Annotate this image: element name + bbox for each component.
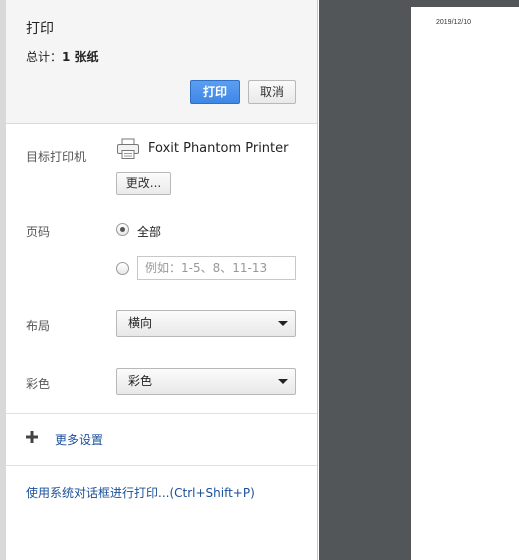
chevron-down-icon xyxy=(278,379,288,384)
sheet-summary: 总计：1 张纸 xyxy=(26,48,99,65)
pages-custom-input[interactable]: 例如：1-5、8、11-13 xyxy=(137,256,296,280)
printer-name: Foxit Phantom Printer xyxy=(148,141,289,156)
layout-label: 布局 xyxy=(26,319,51,333)
pages-custom-radio[interactable] xyxy=(116,262,129,275)
preview-date: 2019/12/10 xyxy=(436,19,472,26)
print-settings-panel: 打印 总计：1 张纸 打印 取消 目标打印机 Foxit Phantom Pri… xyxy=(0,0,318,560)
printer-icon xyxy=(117,138,139,159)
destination-label: 目标打印机 xyxy=(26,150,87,164)
pages-label: 页码 xyxy=(26,225,51,239)
chevron-down-icon xyxy=(278,321,288,326)
pages-all-label: 全部 xyxy=(137,225,162,239)
color-value: 彩色 xyxy=(128,374,153,388)
print-button[interactable]: 打印 xyxy=(190,80,240,104)
summary-label: 总计： xyxy=(26,50,63,64)
plus-icon[interactable] xyxy=(25,430,39,444)
change-printer-button[interactable]: 更改... xyxy=(116,172,171,195)
layout-value: 横向 xyxy=(128,316,153,330)
cancel-button[interactable]: 取消 xyxy=(248,80,296,104)
color-select[interactable]: 彩色 xyxy=(116,368,296,395)
print-header: 打印 总计：1 张纸 打印 取消 xyxy=(6,0,317,124)
dialog-title: 打印 xyxy=(26,21,54,37)
summary-value: 1 张纸 xyxy=(62,50,99,64)
system-dialog-link[interactable]: 使用系统对话框进行打印...(Ctrl+Shift+P) xyxy=(26,484,255,501)
layout-select[interactable]: 横向 xyxy=(116,310,296,337)
divider xyxy=(6,465,317,466)
divider xyxy=(6,413,317,414)
pages-all-radio[interactable] xyxy=(116,223,129,236)
more-settings-link[interactable]: 更多设置 xyxy=(55,431,103,448)
preview-page: 2019/12/10 xyxy=(411,7,519,560)
color-label: 彩色 xyxy=(26,377,51,391)
